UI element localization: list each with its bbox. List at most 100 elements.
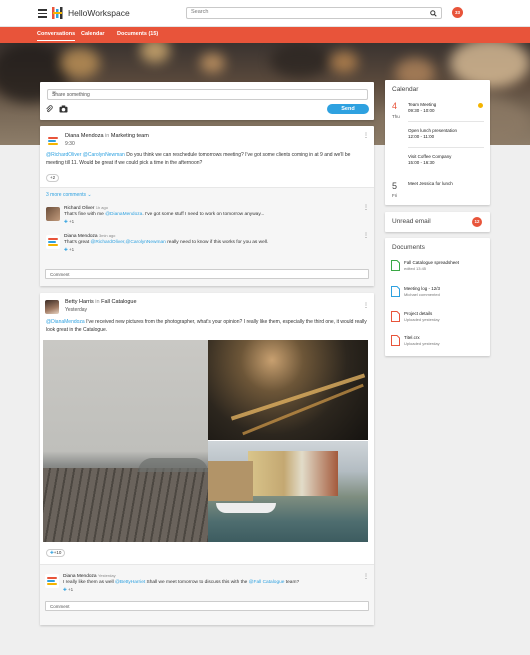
photo-canal[interactable] — [208, 441, 368, 542]
post-card: Betty Harris in Fall Catalogue Yesterday… — [40, 293, 374, 625]
clear-icon[interactable]: × — [52, 90, 363, 97]
post-card: Diana Mendoza in Marketing team 9:30 ⋮ @… — [40, 126, 374, 286]
comment-text: I really like them as well — [63, 580, 114, 585]
post-group[interactable]: Marketing team — [111, 133, 149, 139]
comment-thread: Diana Mendoza Yesterday I really like th… — [40, 565, 374, 625]
document-icon — [391, 286, 400, 297]
comment-placeholder: Comment — [50, 272, 70, 277]
share-input[interactable]: Share something × — [47, 89, 368, 100]
search-icon[interactable] — [430, 10, 437, 17]
more-comments-link[interactable]: 3 more comments ⌄ — [46, 192, 92, 198]
comment-likes[interactable]: ✚ +1 — [64, 247, 74, 253]
post-author[interactable]: Diana Mendoza — [65, 133, 104, 139]
mention[interactable]: @DianaMendoza — [105, 212, 142, 217]
calendar-day-number: 4 — [392, 101, 398, 111]
comment-input[interactable]: Comment — [45, 601, 369, 611]
user-avatar[interactable]: 33 — [452, 7, 463, 18]
documents-title: Documents — [392, 244, 425, 251]
search-input[interactable]: Search — [186, 7, 442, 19]
more-options-icon[interactable]: ⋮ — [363, 232, 369, 239]
photo-bridge-lights[interactable] — [208, 340, 368, 440]
avatar[interactable] — [46, 207, 60, 221]
mention[interactable]: @BettyHarriet — [115, 580, 145, 585]
document-meta: Uploaded yesterday — [404, 317, 440, 322]
post-body: @RichardOliver @CarolynNewman Do you thi… — [46, 152, 366, 167]
comment-text: . I've got some stuff I need to work on … — [142, 212, 265, 217]
document-meta: Uploaded yesterday — [404, 341, 440, 346]
post-text: I've received new pictures from the phot… — [46, 319, 367, 333]
document-item[interactable]: Titel.crx Uploaded yesterday — [391, 335, 486, 351]
more-options-icon[interactable]: ⋮ — [363, 204, 369, 211]
avatar[interactable] — [46, 134, 60, 148]
more-options-icon[interactable]: ⋮ — [363, 132, 369, 139]
tab-conversations[interactable]: Conversations — [37, 31, 76, 41]
mention[interactable]: @RichardOliver,@CarolynNewman — [91, 240, 166, 245]
document-item[interactable]: Meeting log - 12/3 Michael commented — [391, 286, 486, 302]
document-item[interactable]: Project details Uploaded yesterday — [391, 311, 486, 327]
comment-text: That's fine with me — [64, 212, 104, 217]
calendar-event[interactable]: Visit Coffee Company 15:00 - 16:30 — [408, 154, 451, 166]
comment-text: Shall we meet tomorrow to discuss this w… — [145, 580, 249, 585]
document-meta: edited 13:45 — [404, 266, 427, 271]
in-word: in — [95, 299, 100, 305]
reaction-count[interactable]: +2 — [46, 174, 60, 182]
post-body: @DianaMendoza I've received new pictures… — [46, 319, 368, 334]
mention[interactable]: @Fall Catalogue — [249, 580, 285, 585]
share-composer: Share something × — [40, 82, 374, 120]
document-name: Titel.crx — [404, 335, 420, 340]
comment-time: 1h ago — [95, 205, 108, 210]
calendar-event[interactable]: Open lunch presentation 12:00 - 11:00 — [408, 128, 457, 140]
tab-documents[interactable]: Documents (15) — [117, 31, 158, 37]
document-meta: Michael commented — [404, 292, 440, 297]
attachment-icon[interactable] — [45, 105, 53, 113]
mention[interactable]: @DianaMendoza — [46, 319, 85, 325]
comment-placeholder: Comment — [50, 604, 70, 609]
comment-text: That's great — [64, 240, 90, 245]
comment-body: That's great @RichardOliver,@CarolynNewm… — [64, 239, 354, 247]
comment-body: I really like them as well @BettyHarriet… — [63, 579, 363, 587]
event-time: 15:00 - 16:30 — [408, 160, 435, 165]
post-group[interactable]: Fall Catalogue — [101, 299, 136, 305]
calendar-day-name: Thu — [392, 114, 400, 119]
event-time: 12:00 - 11:00 — [408, 134, 435, 139]
comment-time: Yesterday — [97, 573, 116, 578]
mention[interactable]: @CarolynNewman — [83, 152, 125, 158]
comment-input[interactable]: Comment — [45, 269, 369, 279]
file-icon — [391, 335, 400, 346]
menu-icon[interactable] — [38, 9, 47, 18]
event-title: Meet Jessica for lunch — [408, 181, 453, 186]
divider — [408, 147, 484, 148]
post-time: Yesterday — [65, 307, 88, 313]
unread-email-label: Unread email — [392, 218, 431, 225]
post-time: 9:30 — [65, 141, 75, 147]
in-word: in — [105, 133, 110, 139]
camera-icon[interactable] — [59, 105, 68, 113]
document-name: Project details — [404, 311, 433, 316]
avatar[interactable] — [46, 235, 60, 249]
avatar[interactable] — [45, 300, 59, 314]
comment-likes[interactable]: ✚ +1 — [64, 219, 74, 225]
post-author[interactable]: Betty Harris — [65, 299, 94, 305]
reaction-count[interactable]: ✚+10 — [46, 549, 66, 557]
tab-calendar[interactable]: Calendar — [81, 31, 105, 37]
spreadsheet-icon — [391, 260, 400, 271]
calendar-event[interactable]: Team Meeting 09:30 - 10:00 — [408, 102, 436, 114]
photo-pier[interactable] — [43, 340, 208, 542]
event-time: 09:30 - 10:00 — [408, 108, 435, 113]
send-button[interactable]: Send — [327, 104, 369, 114]
search-placeholder: Search — [191, 9, 209, 15]
nav-bar: Conversations Calendar Documents (15) — [0, 27, 530, 43]
calendar-event[interactable]: Meet Jessica for lunch — [408, 181, 453, 187]
document-item[interactable]: Fall Catalogue spreadsheet edited 13:45 — [391, 260, 486, 276]
mention[interactable]: @RichardOliver — [46, 152, 81, 158]
more-options-icon[interactable]: ⋮ — [363, 573, 369, 580]
app-logo — [52, 7, 63, 19]
comment-thread: 3 more comments ⌄ Richard Oliver 1h ago … — [40, 188, 374, 286]
document-name: Fall Catalogue spreadsheet — [404, 260, 460, 265]
more-options-icon[interactable]: ⋮ — [363, 302, 369, 309]
comment-likes[interactable]: ✚ +1 — [63, 587, 73, 593]
post-author-line: Diana Mendoza in Marketing team — [65, 133, 149, 139]
avatar[interactable] — [45, 574, 59, 588]
unread-email-widget[interactable]: Unread email 12 — [385, 212, 490, 232]
comment-body: That's fine with me @DianaMendoza. I've … — [64, 211, 354, 219]
